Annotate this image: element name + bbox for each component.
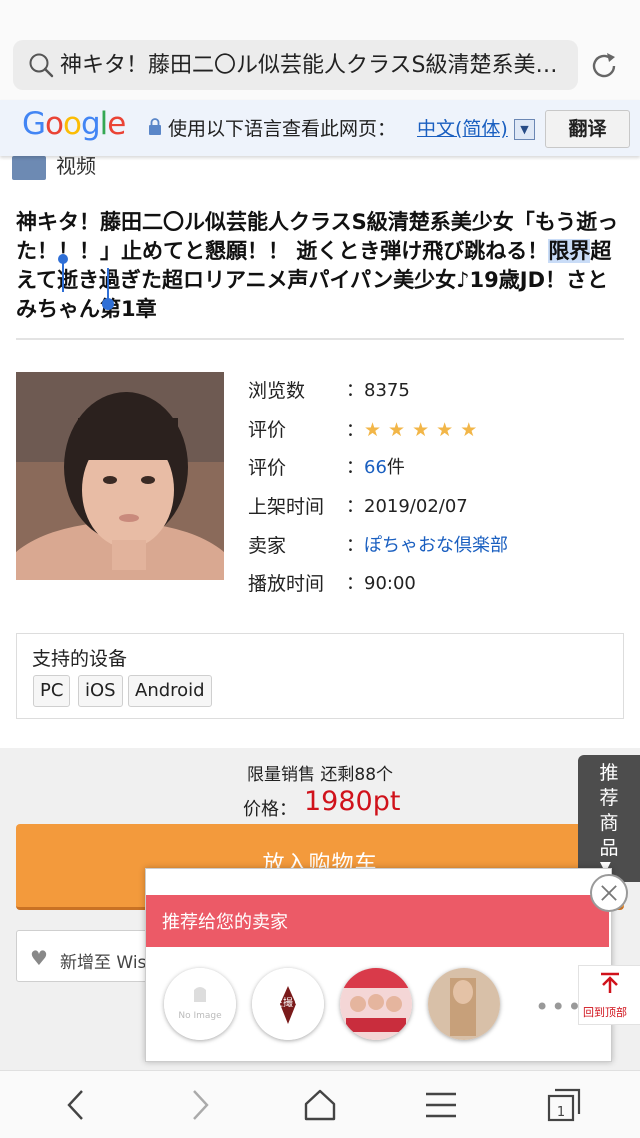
info-label-rating: 评价	[248, 419, 287, 441]
tab-count: 1	[557, 1105, 565, 1120]
heart-icon: ♥	[30, 946, 48, 970]
menu-icon[interactable]	[424, 1088, 458, 1122]
home-icon[interactable]	[303, 1088, 337, 1122]
forward-icon[interactable]	[182, 1088, 216, 1122]
selection-end-handle[interactable]	[102, 298, 114, 310]
video-section-label: 视频	[56, 156, 96, 178]
title-text: 神キタ！藤田二〇ル似芸能人クラスS級清楚系美少女「もう逝った！！！」止めてと懇願…	[16, 210, 619, 263]
no-image-placeholder: No Image	[164, 968, 236, 1040]
seller-logo-4	[428, 968, 500, 1040]
colon: ：	[346, 573, 364, 594]
supported-devices-title: 支持的设备	[32, 648, 128, 670]
info-value-reviews: ：66件	[346, 453, 405, 483]
device-tag-android: Android	[128, 675, 212, 707]
star-icon: ★	[460, 419, 478, 441]
info-label-seller: 卖家	[248, 535, 287, 557]
video-icon	[12, 156, 46, 180]
google-logo: Google	[22, 106, 126, 142]
divider	[16, 338, 624, 340]
seller-link[interactable]: ぽちゃおな倶楽部	[364, 535, 508, 556]
info-label-views: 浏览数	[248, 380, 306, 402]
seller-avatar-1[interactable]: No Image	[164, 968, 236, 1040]
info-value-views: ：8375	[346, 376, 410, 406]
product-thumbnail[interactable]	[16, 372, 224, 580]
views-value: 8375	[364, 380, 410, 401]
reload-icon[interactable]	[588, 50, 620, 82]
device-tag-ios: iOS	[78, 675, 123, 707]
arrow-up-icon	[601, 972, 619, 993]
price-label: 价格：	[243, 799, 297, 820]
colon: ：	[346, 457, 364, 478]
colon: ：	[346, 380, 364, 401]
info-value-seller: ：ぽちゃおな倶楽部	[346, 531, 508, 561]
selection-end-line	[107, 268, 109, 300]
tabs-icon[interactable]: 1	[547, 1088, 581, 1122]
seller-avatar-2[interactable]: 生撮り	[252, 968, 324, 1040]
release-date: 2019/02/07	[364, 496, 468, 517]
wishlist-label: 新增至 Wishlist	[60, 953, 154, 973]
translate-message: 使用以下语言查看此网页：	[168, 118, 397, 140]
video-section-row[interactable]: 视频	[12, 156, 632, 182]
popup-title: 推荐给您的卖家	[162, 912, 288, 933]
device-tag-pc: PC	[33, 675, 71, 707]
thumbnail-image	[16, 372, 224, 580]
info-label-date: 上架时间	[248, 496, 325, 518]
close-icon[interactable]	[590, 874, 628, 912]
translate-language-link[interactable]: 中文(简体)	[417, 114, 508, 141]
language-dropdown-icon[interactable]: ▼	[514, 119, 535, 140]
recommended-items-tab[interactable]: 推荐商品 ▼	[578, 755, 640, 882]
no-image-text: No Image	[178, 1011, 222, 1021]
colon: ：	[346, 420, 364, 441]
lock-icon	[149, 118, 161, 135]
info-value-duration: ：90:00	[346, 569, 416, 599]
limited-stock-text: 限量销售 还剩88个	[246, 765, 394, 785]
back-to-top-button[interactable]: 回到顶部	[578, 965, 640, 1025]
review-count-link[interactable]: 66	[364, 457, 387, 478]
rating-stars: ★ ★ ★ ★ ★	[364, 419, 484, 441]
seller-avatar-4[interactable]	[428, 968, 500, 1040]
selection-start-line	[62, 262, 64, 292]
back-to-top-label: 回到顶部	[583, 1006, 627, 1019]
colon: ：	[346, 496, 364, 517]
seller-logo-3	[340, 968, 412, 1040]
more-sellers-icon[interactable]: •••	[535, 993, 583, 1021]
back-icon[interactable]	[60, 1088, 94, 1122]
selected-text[interactable]: 限界	[548, 239, 591, 263]
recommended-items-label: 推荐商品	[599, 762, 619, 859]
price-value: 1980pt	[304, 786, 401, 817]
review-count-suffix: 件	[386, 457, 405, 478]
star-icon: ★	[436, 419, 454, 441]
star-icon: ★	[364, 419, 382, 441]
translate-button[interactable]: 翻译	[545, 110, 630, 148]
star-icon: ★	[388, 419, 406, 441]
duration-value: 90:00	[364, 573, 416, 594]
info-value-date: ：2019/02/07	[346, 492, 468, 522]
info-label-reviews: 评价	[248, 457, 287, 479]
star-icon: ★	[412, 419, 430, 441]
info-value-rating: ：★ ★ ★ ★ ★	[346, 415, 484, 445]
info-label-duration: 播放时间	[248, 573, 325, 595]
colon: ：	[346, 535, 364, 556]
search-icon	[29, 53, 54, 78]
seller-logo-2: 生撮り	[252, 968, 324, 1040]
seller-2-caption: 生撮り	[273, 996, 303, 1009]
url-text[interactable]: 神キタ！藤田二〇ル似芸能人クラスS級清楚系美少女「もう逝った！！！」	[60, 48, 565, 84]
seller-avatar-3[interactable]	[340, 968, 412, 1040]
